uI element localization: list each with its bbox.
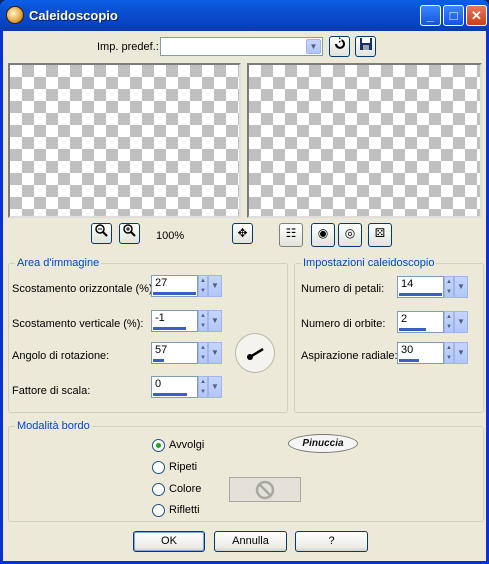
rotation-angle-label: Angolo di rotazione: bbox=[12, 350, 110, 362]
auto-preview-button[interactable]: ◎ bbox=[338, 223, 362, 247]
dice-icon: ⚄ bbox=[374, 226, 386, 240]
petals-label: Numero di petali: bbox=[301, 283, 385, 295]
radial-suction-value[interactable]: 30 bbox=[401, 344, 413, 356]
zoom-out-button[interactable] bbox=[91, 223, 112, 244]
petals-input[interactable]: 14 ▲ ▼ ▼ bbox=[397, 276, 468, 298]
color-swatch-disabled bbox=[229, 477, 301, 502]
vertical-offset-value[interactable]: -1 bbox=[155, 312, 165, 324]
rotation-dial[interactable] bbox=[235, 333, 275, 373]
window-title: Caleidoscopio bbox=[29, 8, 118, 23]
watermark-logo: Pinuccia bbox=[288, 434, 358, 453]
title-bar[interactable]: Caleidoscopio _ □ ✕ bbox=[0, 0, 489, 31]
horizontal-offset-bar bbox=[153, 292, 196, 295]
vertical-offset-input[interactable]: -1 ▲ ▼ ▼ bbox=[151, 310, 222, 332]
edge-mode-group: Modalità bordo bbox=[8, 420, 484, 522]
radial-suction-label: Aspirazione radiale: bbox=[301, 350, 398, 362]
no-entry-icon bbox=[255, 480, 275, 500]
edge-mode-title: Modalità bordo bbox=[15, 420, 92, 432]
rotation-angle-bar bbox=[153, 359, 164, 362]
save-preset-button[interactable] bbox=[355, 36, 376, 57]
zoom-in-icon bbox=[123, 224, 136, 237]
chevron-down-icon[interactable]: ▼ bbox=[454, 342, 468, 364]
radial-suction-input[interactable]: 30 ▲ ▼ ▼ bbox=[397, 342, 468, 364]
chevron-down-icon[interactable]: ▼ bbox=[208, 310, 222, 332]
chevron-down-icon[interactable]: ▼ bbox=[208, 376, 222, 398]
preview-toggle-button[interactable]: ☷ bbox=[279, 223, 303, 247]
orbits-input[interactable]: 2 ▲ ▼ ▼ bbox=[397, 311, 468, 333]
reset-preset-button[interactable] bbox=[329, 36, 350, 57]
help-button[interactable]: ? bbox=[295, 531, 368, 552]
spin-updown-icon[interactable]: ▲ ▼ bbox=[198, 376, 208, 398]
horizontal-offset-input[interactable]: 27 ▲ ▼ ▼ bbox=[151, 275, 222, 297]
pan-button[interactable]: ✥ bbox=[232, 223, 253, 244]
vertical-offset-label: Scostamento verticale (%): bbox=[12, 318, 144, 330]
scale-factor-input[interactable]: 0 ▲ ▼ ▼ bbox=[151, 376, 222, 398]
spin-updown-icon[interactable]: ▲ ▼ bbox=[198, 310, 208, 332]
scale-factor-label: Fattore di scala: bbox=[12, 385, 91, 397]
ok-button[interactable]: OK bbox=[133, 531, 205, 552]
maximize-button[interactable]: □ bbox=[443, 5, 464, 26]
floppy-disk-icon bbox=[359, 38, 372, 50]
orbits-label: Numero di orbite: bbox=[301, 318, 386, 330]
scale-factor-value[interactable]: 0 bbox=[155, 378, 161, 390]
spin-updown-icon[interactable]: ▲ ▼ bbox=[198, 342, 208, 364]
dialog-window: Caleidoscopio _ □ ✕ Imp. predef.: ▼ 100%… bbox=[0, 0, 489, 564]
reset-icon bbox=[335, 37, 345, 49]
preset-select[interactable]: ▼ bbox=[160, 37, 323, 56]
source-preview[interactable] bbox=[8, 63, 241, 218]
dial-needle-icon bbox=[247, 347, 264, 360]
zoom-level: 100% bbox=[156, 230, 185, 242]
orbits-bar bbox=[399, 328, 426, 331]
zoom-out-icon bbox=[95, 224, 108, 237]
chevron-down-icon[interactable]: ▼ bbox=[454, 311, 468, 333]
chevron-down-icon[interactable]: ▼ bbox=[454, 276, 468, 298]
chevron-down-icon[interactable]: ▼ bbox=[208, 275, 222, 297]
result-preview bbox=[247, 63, 482, 218]
rotation-angle-input[interactable]: 57 ▲ ▼ ▼ bbox=[151, 342, 222, 364]
eye-refresh-icon: ◎ bbox=[344, 226, 356, 240]
spin-updown-icon[interactable]: ▲ ▼ bbox=[444, 276, 454, 298]
preset-label: Imp. predef.: bbox=[97, 41, 159, 53]
chevron-down-icon[interactable]: ▼ bbox=[306, 39, 321, 54]
preview-on-image-button[interactable]: ◉ bbox=[311, 223, 335, 247]
radio-reflect-dot[interactable] bbox=[152, 504, 165, 517]
cancel-button[interactable]: Annulla bbox=[214, 531, 287, 552]
radio-color-label: Colore bbox=[169, 483, 202, 495]
radial-suction-bar bbox=[399, 359, 419, 362]
scale-factor-bar bbox=[153, 393, 187, 396]
horizontal-offset-label: Scostamento orizzontale (%): bbox=[12, 283, 156, 295]
rotation-angle-value[interactable]: 57 bbox=[155, 344, 167, 356]
petals-value[interactable]: 14 bbox=[401, 278, 413, 290]
eye-icon: ◉ bbox=[317, 226, 329, 240]
image-area-title: Area d'immagine bbox=[15, 257, 102, 269]
minimize-button[interactable]: _ bbox=[420, 5, 441, 26]
randomize-button[interactable]: ⚄ bbox=[368, 223, 392, 247]
kaleidoscope-settings-title: Impostazioni caleidoscopio bbox=[301, 257, 437, 269]
radio-repeat-label: Ripeti bbox=[169, 461, 198, 473]
horizontal-offset-value[interactable]: 27 bbox=[155, 277, 167, 289]
move-icon: ✥ bbox=[237, 226, 248, 240]
spin-updown-icon[interactable]: ▲ ▼ bbox=[444, 311, 454, 333]
chevron-down-icon[interactable]: ▼ bbox=[208, 342, 222, 364]
radio-reflect-label: Rifletti bbox=[169, 504, 200, 516]
radio-wrap-dot[interactable] bbox=[152, 439, 165, 452]
close-button[interactable]: ✕ bbox=[466, 5, 487, 26]
app-icon bbox=[6, 6, 24, 24]
spin-updown-icon[interactable]: ▲ ▼ bbox=[198, 275, 208, 297]
zoom-in-button[interactable] bbox=[119, 223, 140, 244]
petals-bar bbox=[399, 293, 442, 296]
radio-repeat-dot[interactable] bbox=[152, 461, 165, 474]
vertical-offset-bar bbox=[153, 327, 186, 330]
orbits-value[interactable]: 2 bbox=[401, 313, 407, 325]
list-icon: ☷ bbox=[285, 226, 297, 240]
radio-color-dot[interactable] bbox=[152, 483, 165, 496]
radio-wrap-label: Avvolgi bbox=[169, 439, 205, 451]
spin-updown-icon[interactable]: ▲ ▼ bbox=[444, 342, 454, 364]
